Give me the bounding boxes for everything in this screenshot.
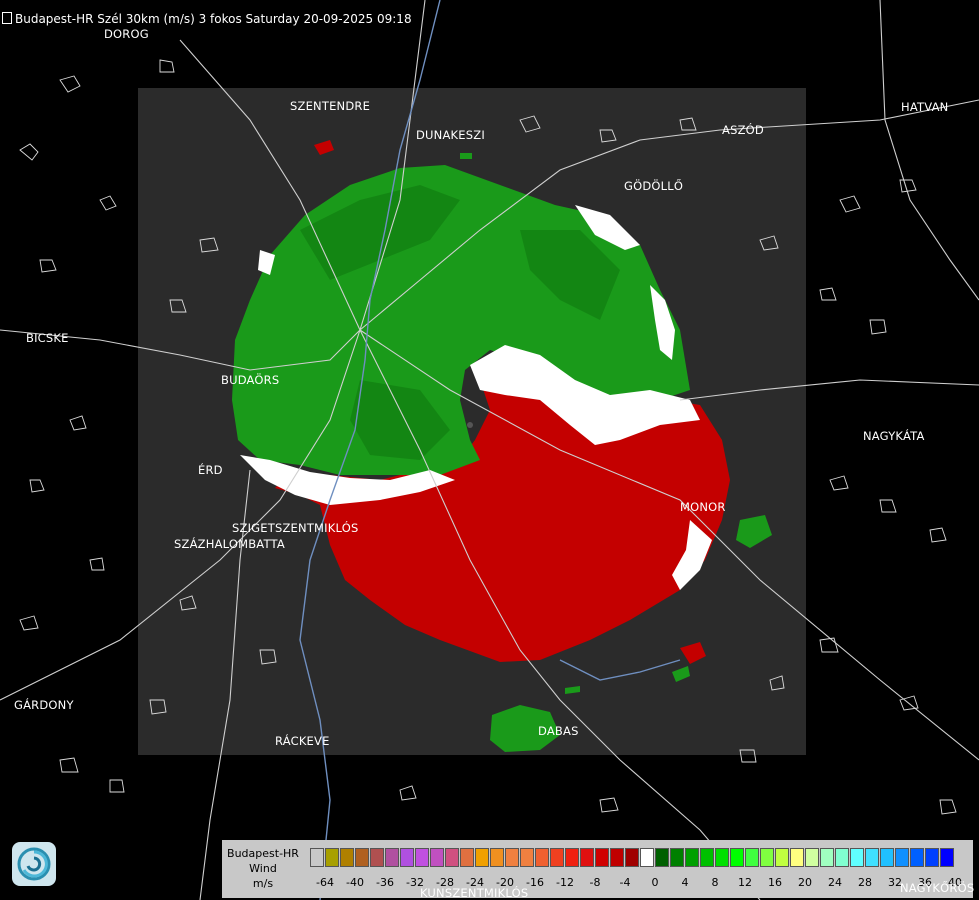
legend-swatch <box>640 848 654 867</box>
legend-swatch <box>310 848 324 867</box>
color-legend: Budapest-HR Wind m/s -64 -40 -36 -32 -28 -24-… <box>222 840 973 898</box>
legend-tick-label: -64 <box>316 876 334 889</box>
legend-swatch <box>655 848 669 867</box>
legend-swatch <box>745 848 759 867</box>
city-label-rackeve: RÁCKEVE <box>275 734 330 748</box>
swirl-icon <box>17 847 51 881</box>
legend-swatch <box>325 848 339 867</box>
legend-swatch <box>445 848 459 867</box>
city-label-bicske: BICSKE <box>26 331 69 345</box>
legend-swatch <box>940 848 954 867</box>
city-label-hatvan: HATVAN <box>901 100 949 114</box>
legend-swatch <box>805 848 819 867</box>
map-title-text: Budapest-HR Szél 30km (m/s) 3 fokos Satu… <box>15 12 412 26</box>
legend-swatch <box>775 848 789 867</box>
legend-swatch <box>565 848 579 867</box>
legend-tick-label: 20 <box>798 876 812 889</box>
city-label-aszod: ASZÓD <box>722 123 764 137</box>
legend-tick-label: -4 <box>619 876 631 889</box>
legend-tick-label: 8 <box>711 876 719 889</box>
legend-swatch <box>835 848 849 867</box>
legend-tick-label: -12 <box>556 876 574 889</box>
legend-title: Budapest-HR Wind m/s <box>222 846 304 891</box>
city-label-dabas: DABAS <box>538 724 579 738</box>
city-label-budaors: BUDAÖRS <box>221 373 280 387</box>
legend-swatch <box>460 848 474 867</box>
legend-tick-label: -36 <box>376 876 394 889</box>
legend-swatch <box>790 848 804 867</box>
legend-swatch <box>355 848 369 867</box>
legend-unit: m/s <box>252 877 274 890</box>
legend-swatch <box>385 848 399 867</box>
legend-swatch <box>910 848 924 867</box>
legend-swatch <box>760 848 774 867</box>
legend-swatch <box>340 848 354 867</box>
legend-quantity: Wind <box>249 862 277 875</box>
legend-swatch <box>520 848 534 867</box>
legend-swatch <box>490 848 504 867</box>
legend-swatch <box>535 848 549 867</box>
city-label-dorog: DOROG <box>104 27 149 41</box>
city-label-nagykoros: NAGYKŐRÖS <box>900 881 975 895</box>
city-label-dunakeszi: DUNAKESZI <box>416 128 485 142</box>
legend-tick-label: -8 <box>589 876 601 889</box>
legend-swatch <box>550 848 564 867</box>
legend-swatch <box>820 848 834 867</box>
legend-tick-label: 28 <box>858 876 872 889</box>
city-label-gardony: GÁRDONY <box>14 698 74 712</box>
legend-swatch <box>475 848 489 867</box>
legend-radar-name: Budapest-HR <box>227 847 299 860</box>
city-label-kunszentmiklos: KUNSZENTMIKLÓS <box>420 886 529 900</box>
legend-swatch <box>610 848 624 867</box>
legend-tick-label: -40 <box>346 876 364 889</box>
city-label-monor: MONOR <box>680 500 726 514</box>
legend-swatches <box>310 848 955 867</box>
legend-swatch <box>595 848 609 867</box>
document-icon <box>2 12 12 24</box>
city-label-nagykata: NAGYKÁTA <box>863 429 925 443</box>
legend-tick-label: 0 <box>651 876 659 889</box>
city-label-szentendre: SZENTENDRE <box>290 99 371 113</box>
legend-swatch <box>895 848 909 867</box>
legend-tick-label: 24 <box>828 876 842 889</box>
city-label-godollo: GÖDÖLLŐ <box>624 179 684 193</box>
legend-swatch <box>730 848 744 867</box>
legend-swatch <box>415 848 429 867</box>
legend-swatch <box>865 848 879 867</box>
legend-swatch <box>700 848 714 867</box>
legend-tick-label: 12 <box>738 876 752 889</box>
legend-swatch <box>715 848 729 867</box>
legend-tick-label: 16 <box>768 876 782 889</box>
city-label-erd: ÉRD <box>198 463 223 477</box>
legend-swatch <box>505 848 519 867</box>
legend-swatch <box>850 848 864 867</box>
legend-tick-label: 4 <box>681 876 689 889</box>
legend-ticks: -64 -40 -36 -32 -28 -24 -20 -16 -12 -8 -4 0 4 8 12 16 20… <box>310 876 970 890</box>
map-title: Budapest-HR Szél 30km (m/s) 3 fokos Satu… <box>2 12 412 26</box>
city-label-szigetszentmiklos: SZIGETSZENTMIKLÓS <box>232 521 359 535</box>
city-label-szazhalombatta: SZÁZHALOMBATTA <box>174 537 285 551</box>
legend-swatch <box>670 848 684 867</box>
legend-swatch <box>880 848 894 867</box>
omsz-logo <box>12 842 56 886</box>
legend-tick-label: -16 <box>526 876 544 889</box>
legend-swatch <box>430 848 444 867</box>
legend-swatch <box>925 848 939 867</box>
legend-swatch <box>685 848 699 867</box>
radar-map <box>0 0 979 900</box>
legend-swatch <box>625 848 639 867</box>
legend-swatch <box>580 848 594 867</box>
legend-swatch <box>400 848 414 867</box>
legend-swatch <box>370 848 384 867</box>
